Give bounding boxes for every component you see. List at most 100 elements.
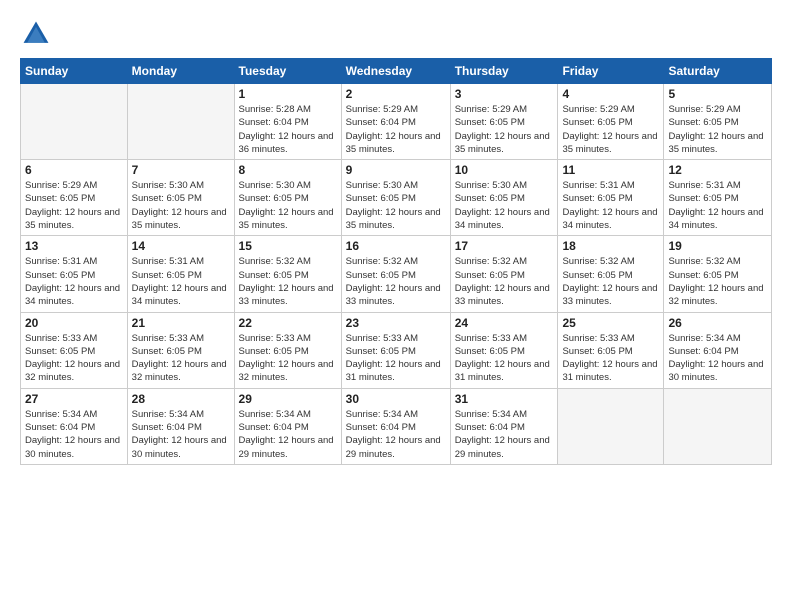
day-cell: 26 Sunrise: 5:34 AM Sunset: 6:04 PM Dayli… — [664, 312, 772, 388]
day-detail: Sunrise: 5:33 AM Sunset: 6:05 PM Dayligh… — [132, 332, 230, 385]
day-detail: Sunrise: 5:29 AM Sunset: 6:05 PM Dayligh… — [25, 179, 123, 232]
logo-icon — [20, 18, 52, 50]
day-number: 18 — [562, 239, 659, 253]
day-detail: Sunrise: 5:30 AM Sunset: 6:05 PM Dayligh… — [346, 179, 446, 232]
day-cell: 27 Sunrise: 5:34 AM Sunset: 6:04 PM Dayli… — [21, 388, 128, 464]
day-cell: 4 Sunrise: 5:29 AM Sunset: 6:05 PM Daylig… — [558, 84, 664, 160]
day-cell: 19 Sunrise: 5:32 AM Sunset: 6:05 PM Dayli… — [664, 236, 772, 312]
day-detail: Sunrise: 5:30 AM Sunset: 6:05 PM Dayligh… — [239, 179, 337, 232]
day-cell: 16 Sunrise: 5:32 AM Sunset: 6:05 PM Dayli… — [341, 236, 450, 312]
day-detail: Sunrise: 5:34 AM Sunset: 6:04 PM Dayligh… — [239, 408, 337, 461]
logo — [20, 18, 58, 50]
day-cell: 13 Sunrise: 5:31 AM Sunset: 6:05 PM Dayli… — [21, 236, 128, 312]
day-cell — [664, 388, 772, 464]
header-row: SundayMondayTuesdayWednesdayThursdayFrid… — [21, 59, 772, 84]
day-number: 19 — [668, 239, 767, 253]
day-number: 16 — [346, 239, 446, 253]
day-cell — [127, 84, 234, 160]
day-detail: Sunrise: 5:31 AM Sunset: 6:05 PM Dayligh… — [25, 255, 123, 308]
day-detail: Sunrise: 5:32 AM Sunset: 6:05 PM Dayligh… — [562, 255, 659, 308]
day-number: 28 — [132, 392, 230, 406]
day-detail: Sunrise: 5:31 AM Sunset: 6:05 PM Dayligh… — [562, 179, 659, 232]
day-detail: Sunrise: 5:29 AM Sunset: 6:04 PM Dayligh… — [346, 103, 446, 156]
day-detail: Sunrise: 5:31 AM Sunset: 6:05 PM Dayligh… — [668, 179, 767, 232]
day-number: 20 — [25, 316, 123, 330]
col-header-saturday: Saturday — [664, 59, 772, 84]
day-number: 9 — [346, 163, 446, 177]
day-detail: Sunrise: 5:32 AM Sunset: 6:05 PM Dayligh… — [668, 255, 767, 308]
week-row-3: 13 Sunrise: 5:31 AM Sunset: 6:05 PM Dayli… — [21, 236, 772, 312]
day-detail: Sunrise: 5:32 AM Sunset: 6:05 PM Dayligh… — [455, 255, 554, 308]
day-detail: Sunrise: 5:33 AM Sunset: 6:05 PM Dayligh… — [562, 332, 659, 385]
col-header-tuesday: Tuesday — [234, 59, 341, 84]
day-number: 17 — [455, 239, 554, 253]
day-cell: 2 Sunrise: 5:29 AM Sunset: 6:04 PM Daylig… — [341, 84, 450, 160]
day-cell: 5Sunrise: 5:29 AM Sunset: 6:05 PM Daylig… — [664, 84, 772, 160]
day-number: 3 — [455, 87, 554, 101]
day-cell: 7 Sunrise: 5:30 AM Sunset: 6:05 PM Daylig… — [127, 160, 234, 236]
day-number: 25 — [562, 316, 659, 330]
day-detail: Sunrise: 5:29 AM Sunset: 6:05 PM Dayligh… — [455, 103, 554, 156]
day-number: 27 — [25, 392, 123, 406]
col-header-thursday: Thursday — [450, 59, 558, 84]
day-cell: 21 Sunrise: 5:33 AM Sunset: 6:05 PM Dayli… — [127, 312, 234, 388]
day-detail: Sunrise: 5:29 AM Sunset: 6:05 PM Dayligh… — [668, 103, 767, 156]
day-detail: Sunrise: 5:30 AM Sunset: 6:05 PM Dayligh… — [132, 179, 230, 232]
day-number: 13 — [25, 239, 123, 253]
page: SundayMondayTuesdayWednesdayThursdayFrid… — [0, 0, 792, 612]
day-number: 29 — [239, 392, 337, 406]
day-cell: 12 Sunrise: 5:31 AM Sunset: 6:05 PM Dayli… — [664, 160, 772, 236]
day-cell: 8 Sunrise: 5:30 AM Sunset: 6:05 PM Daylig… — [234, 160, 341, 236]
day-cell: 20 Sunrise: 5:33 AM Sunset: 6:05 PM Dayli… — [21, 312, 128, 388]
day-number: 1 — [239, 87, 337, 101]
day-detail: Sunrise: 5:34 AM Sunset: 6:04 PM Dayligh… — [668, 332, 767, 385]
day-cell: 9 Sunrise: 5:30 AM Sunset: 6:05 PM Daylig… — [341, 160, 450, 236]
day-detail: Sunrise: 5:33 AM Sunset: 6:05 PM Dayligh… — [239, 332, 337, 385]
week-row-2: 6 Sunrise: 5:29 AM Sunset: 6:05 PM Daylig… — [21, 160, 772, 236]
day-cell: 10 Sunrise: 5:30 AM Sunset: 6:05 PM Dayli… — [450, 160, 558, 236]
day-detail: Sunrise: 5:32 AM Sunset: 6:05 PM Dayligh… — [346, 255, 446, 308]
day-detail: Sunrise: 5:34 AM Sunset: 6:04 PM Dayligh… — [25, 408, 123, 461]
day-cell: 15 Sunrise: 5:32 AM Sunset: 6:05 PM Dayli… — [234, 236, 341, 312]
day-number: 2 — [346, 87, 446, 101]
day-number: 6 — [25, 163, 123, 177]
day-detail: Sunrise: 5:34 AM Sunset: 6:04 PM Dayligh… — [346, 408, 446, 461]
day-number: 15 — [239, 239, 337, 253]
week-row-5: 27 Sunrise: 5:34 AM Sunset: 6:04 PM Dayli… — [21, 388, 772, 464]
day-detail: Sunrise: 5:30 AM Sunset: 6:05 PM Dayligh… — [455, 179, 554, 232]
day-detail: Sunrise: 5:31 AM Sunset: 6:05 PM Dayligh… — [132, 255, 230, 308]
day-detail: Sunrise: 5:34 AM Sunset: 6:04 PM Dayligh… — [132, 408, 230, 461]
day-cell: 3 Sunrise: 5:29 AM Sunset: 6:05 PM Daylig… — [450, 84, 558, 160]
col-header-friday: Friday — [558, 59, 664, 84]
day-detail: Sunrise: 5:29 AM Sunset: 6:05 PM Dayligh… — [562, 103, 659, 156]
day-number: 21 — [132, 316, 230, 330]
day-cell: 28 Sunrise: 5:34 AM Sunset: 6:04 PM Dayli… — [127, 388, 234, 464]
day-cell: 14 Sunrise: 5:31 AM Sunset: 6:05 PM Dayli… — [127, 236, 234, 312]
col-header-monday: Monday — [127, 59, 234, 84]
day-detail: Sunrise: 5:33 AM Sunset: 6:05 PM Dayligh… — [455, 332, 554, 385]
day-cell: 6 Sunrise: 5:29 AM Sunset: 6:05 PM Daylig… — [21, 160, 128, 236]
day-number: 26 — [668, 316, 767, 330]
day-cell: 18 Sunrise: 5:32 AM Sunset: 6:05 PM Dayli… — [558, 236, 664, 312]
day-detail: Sunrise: 5:33 AM Sunset: 6:05 PM Dayligh… — [346, 332, 446, 385]
day-number: 23 — [346, 316, 446, 330]
day-number: 7 — [132, 163, 230, 177]
day-cell: 29 Sunrise: 5:34 AM Sunset: 6:04 PM Dayli… — [234, 388, 341, 464]
day-number: 30 — [346, 392, 446, 406]
day-number: 11 — [562, 163, 659, 177]
day-detail: Sunrise: 5:34 AM Sunset: 6:04 PM Dayligh… — [455, 408, 554, 461]
col-header-sunday: Sunday — [21, 59, 128, 84]
day-number: 4 — [562, 87, 659, 101]
day-cell: 23 Sunrise: 5:33 AM Sunset: 6:05 PM Dayli… — [341, 312, 450, 388]
day-number: 8 — [239, 163, 337, 177]
day-number: 10 — [455, 163, 554, 177]
day-cell: 31 Sunrise: 5:34 AM Sunset: 6:04 PM Dayli… — [450, 388, 558, 464]
day-number: 31 — [455, 392, 554, 406]
day-number: 14 — [132, 239, 230, 253]
day-number: 12 — [668, 163, 767, 177]
day-number: 24 — [455, 316, 554, 330]
day-cell: 25 Sunrise: 5:33 AM Sunset: 6:05 PM Dayli… — [558, 312, 664, 388]
day-cell: 22Sunrise: 5:33 AM Sunset: 6:05 PM Dayli… — [234, 312, 341, 388]
day-detail: Sunrise: 5:33 AM Sunset: 6:05 PM Dayligh… — [25, 332, 123, 385]
day-detail: Sunrise: 5:32 AM Sunset: 6:05 PM Dayligh… — [239, 255, 337, 308]
